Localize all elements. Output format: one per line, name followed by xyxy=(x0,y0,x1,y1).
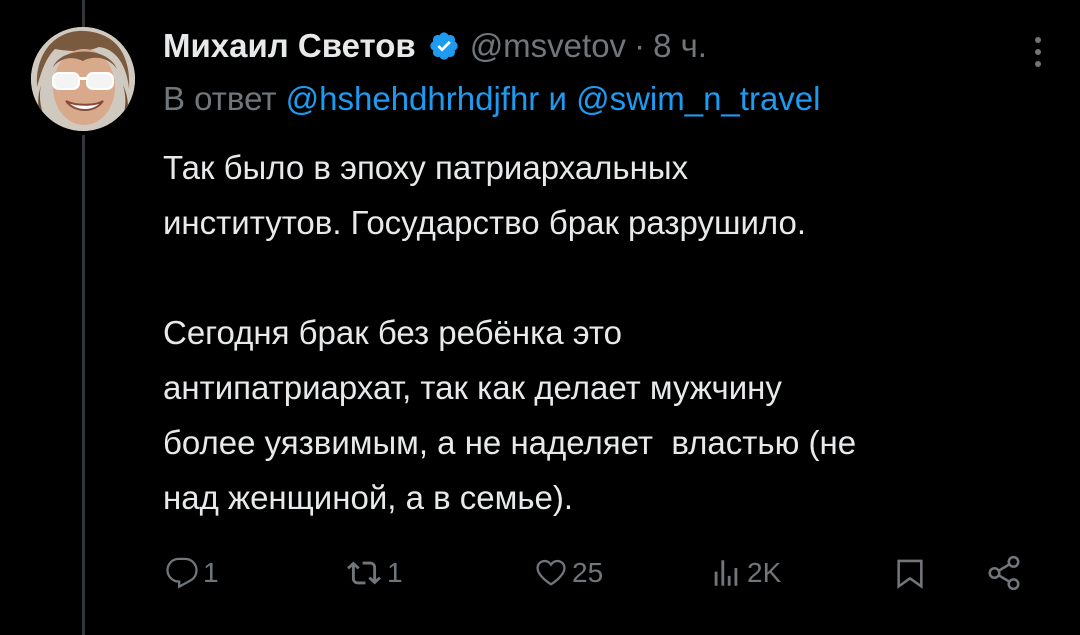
like-count: 25 xyxy=(572,557,604,588)
like-button[interactable]: 25 xyxy=(534,548,603,598)
more-vertical-icon[interactable] xyxy=(1028,32,1048,72)
reply-user-link-2[interactable]: @swim_n_travel xyxy=(576,80,820,117)
views-count: 2K xyxy=(747,557,782,588)
timestamp[interactable]: 8 ч. xyxy=(653,27,707,65)
bookmark-icon xyxy=(893,554,927,592)
bookmark-button[interactable] xyxy=(893,548,927,598)
tweet-text: Так было в эпоху патриархальных институт… xyxy=(163,149,857,516)
tweet: Михаил Светов @msvetov · 8 ч. В ответ @h… xyxy=(163,20,1043,525)
avatar[interactable] xyxy=(31,27,135,131)
retweet-icon xyxy=(345,556,383,590)
author-name[interactable]: Михаил Светов xyxy=(163,27,416,65)
reply-user-link-1[interactable]: @hshehdhrhdjfhr xyxy=(286,80,540,117)
avatar-image xyxy=(31,27,135,131)
reply-icon xyxy=(165,556,199,590)
verified-badge-icon xyxy=(428,30,460,62)
share-button[interactable] xyxy=(985,548,1023,598)
retweet-button[interactable]: 1 xyxy=(345,548,403,598)
author-handle[interactable]: @msvetov xyxy=(470,27,626,65)
share-icon xyxy=(985,554,1023,592)
reply-conjunction: и xyxy=(548,80,567,117)
separator-dot: · xyxy=(634,27,646,64)
views-button[interactable]: 2K xyxy=(709,548,781,598)
reply-prefix: В ответ xyxy=(163,80,277,117)
heart-icon xyxy=(534,556,568,590)
retweet-count: 1 xyxy=(387,557,403,588)
reply-count: 1 xyxy=(203,557,219,588)
tweet-header: Михаил Светов @msvetov · 8 ч. xyxy=(163,20,1043,72)
views-icon xyxy=(709,556,743,590)
tweet-actions: 1 1 25 2K xyxy=(163,548,1043,598)
reply-to-line: В ответ @hshehdhrhdjfhr и @swim_n_travel xyxy=(163,80,1043,124)
reply-button[interactable]: 1 xyxy=(165,548,219,598)
thread-line-bottom xyxy=(82,135,85,635)
